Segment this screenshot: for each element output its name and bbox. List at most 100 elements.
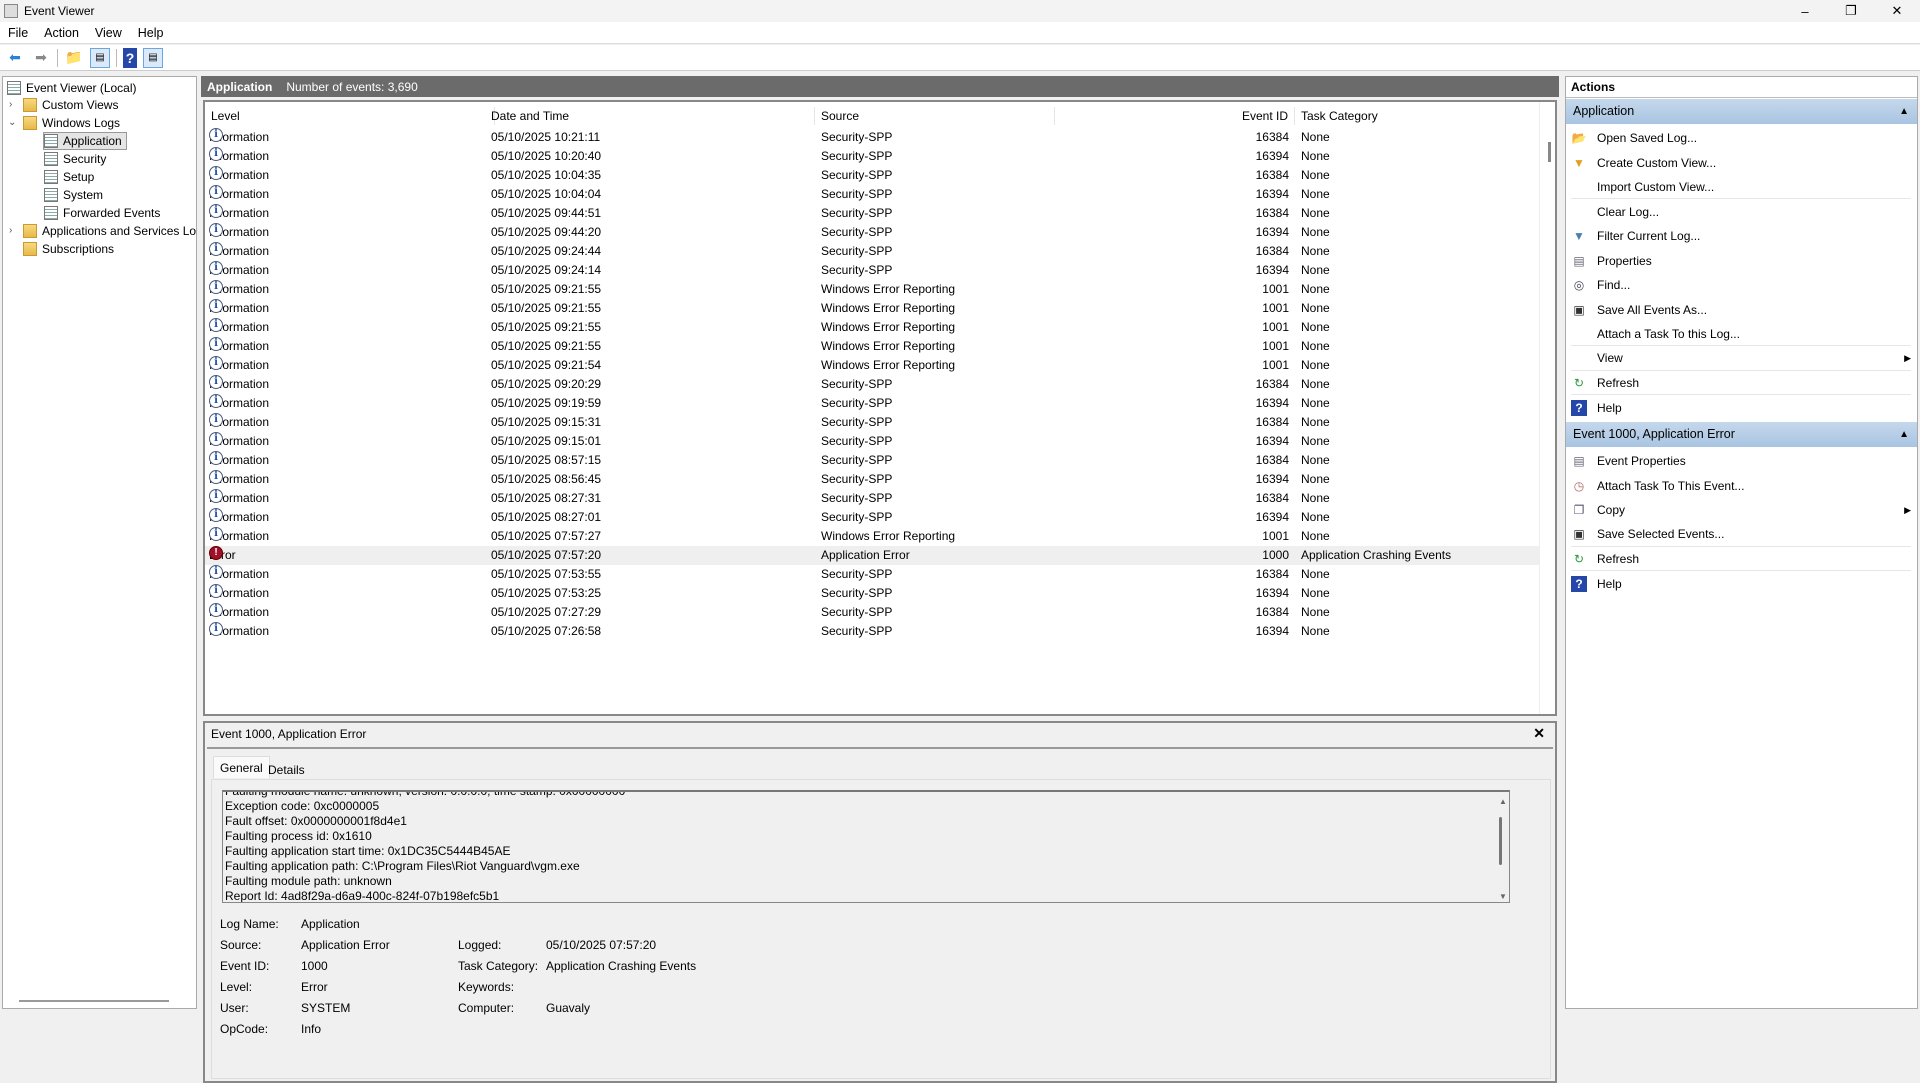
- tree-item-custom-views[interactable]: Custom Views: [23, 96, 118, 114]
- date-time-cell: 05/10/2025 09:21:55: [491, 301, 602, 315]
- tree-item-forwarded-events[interactable]: Forwarded Events: [44, 204, 160, 222]
- action-refresh[interactable]: ↻ Refresh: [1571, 371, 1911, 395]
- column-header-level[interactable]: Level: [205, 107, 495, 125]
- action-view[interactable]: View ▶: [1571, 347, 1911, 371]
- column-header-date-time[interactable]: Date and Time: [485, 107, 815, 125]
- event-description[interactable]: Faulting module name: unknown, version: …: [222, 790, 1510, 903]
- table-row[interactable]: i Information 05/10/2025 07:26:58 Security-…: [205, 622, 1540, 641]
- table-row[interactable]: i Information 05/10/2025 10:04:35 Security-…: [205, 166, 1540, 185]
- table-row[interactable]: i Information 05/10/2025 10:04:04 Security-…: [205, 185, 1540, 204]
- column-header-task-category[interactable]: Task Category: [1295, 107, 1540, 125]
- scrollbar-thumb[interactable]: [1499, 817, 1502, 865]
- level-cell: i Information: [209, 337, 269, 356]
- table-row[interactable]: i Information 05/10/2025 09:21:55 Windows E…: [205, 280, 1540, 299]
- table-row[interactable]: i Information 05/10/2025 09:20:29 Security-…: [205, 375, 1540, 394]
- table-row[interactable]: i Information 05/10/2025 08:27:01 Security-…: [205, 508, 1540, 527]
- table-row[interactable]: i Information 05/10/2025 08:57:15 Security-…: [205, 451, 1540, 470]
- tree-item-windows-logs[interactable]: Windows Logs: [23, 114, 120, 132]
- event-id-cell: 1001: [1262, 529, 1289, 543]
- table-row[interactable]: i Information 05/10/2025 07:53:25 Security-…: [205, 584, 1540, 603]
- menu-action[interactable]: Action: [36, 26, 87, 40]
- table-row[interactable]: !Error 05/10/2025 07:57:20 Application Err…: [205, 546, 1540, 565]
- tree-item-security[interactable]: Security: [44, 150, 106, 168]
- action-clear-log[interactable]: Clear Log...: [1571, 200, 1911, 224]
- table-row[interactable]: i Information 05/10/2025 09:44:51 Security-…: [205, 204, 1540, 223]
- collapse-up-icon[interactable]: ▲: [1899, 422, 1909, 447]
- action-help[interactable]: ? Help: [1571, 396, 1911, 420]
- table-row[interactable]: i Information 05/10/2025 07:27:29 Security-…: [205, 603, 1540, 622]
- level-cell: i Information: [209, 451, 269, 470]
- horizontal-scrollbar[interactable]: [19, 1000, 169, 1002]
- expand-chevron-icon[interactable]: ›: [9, 225, 12, 236]
- show-hide-action-pane-icon[interactable]: ▤: [143, 47, 163, 68]
- collapse-up-icon[interactable]: ▲: [1899, 99, 1909, 124]
- menu-file[interactable]: File: [0, 26, 36, 40]
- column-header-event-id[interactable]: Event ID: [1055, 107, 1295, 125]
- tree-item-setup[interactable]: Setup: [44, 168, 94, 186]
- up-folder-icon[interactable]: 📁: [64, 48, 84, 68]
- table-row[interactable]: i Information 05/10/2025 09:21:55 Windows E…: [205, 318, 1540, 337]
- action-filter-current-log[interactable]: ▼ Filter Current Log...: [1571, 224, 1911, 248]
- menu-help[interactable]: Help: [130, 26, 172, 40]
- event-id-cell: 16384: [1255, 206, 1289, 220]
- detail-close-icon[interactable]: ✕: [1533, 725, 1545, 742]
- event-viewer-app-icon: [4, 4, 18, 18]
- action-refresh[interactable]: ↻ Refresh: [1571, 547, 1911, 571]
- tree-item-applications-and-services[interactable]: Applications and Services Lo: [23, 222, 196, 240]
- scrollbar-thumb[interactable]: [1548, 142, 1551, 162]
- action-properties[interactable]: ▤ Properties: [1571, 249, 1911, 273]
- table-row[interactable]: i Information 05/10/2025 07:57:27 Windows E…: [205, 527, 1540, 546]
- action-event-properties[interactable]: ▤ Event Properties: [1571, 449, 1911, 473]
- action-copy[interactable]: ❐ Copy ▶: [1571, 498, 1911, 522]
- help-icon[interactable]: ?: [123, 47, 137, 68]
- save-icon: ▣: [1573, 527, 1585, 541]
- minimize-button[interactable]: –: [1782, 0, 1828, 22]
- date-time-cell: 05/10/2025 08:27:31: [491, 491, 602, 505]
- table-row[interactable]: i Information 05/10/2025 10:20:40 Security-…: [205, 147, 1540, 166]
- action-save-all-events-as[interactable]: ▣ Save All Events As...: [1571, 298, 1911, 322]
- action-attach-a-task-to-this-log[interactable]: Attach a Task To this Log...: [1571, 322, 1911, 346]
- table-row[interactable]: i Information 05/10/2025 09:15:01 Security-…: [205, 432, 1540, 451]
- description-scrollbar[interactable]: ▲ ▼: [1493, 792, 1509, 902]
- collapse-chevron-icon[interactable]: ⌄: [8, 117, 16, 128]
- table-row[interactable]: i Information 05/10/2025 09:19:59 Security-…: [205, 394, 1540, 413]
- action-find[interactable]: ◎ Find...: [1571, 273, 1911, 297]
- close-button[interactable]: ✕: [1874, 0, 1920, 22]
- action-section-event[interactable]: Event 1000, Application Error ▲: [1566, 422, 1917, 447]
- expand-chevron-icon[interactable]: ›: [9, 99, 12, 110]
- table-row[interactable]: i Information 05/10/2025 08:56:45 Security-…: [205, 470, 1540, 489]
- date-time-cell: 05/10/2025 08:56:45: [491, 472, 602, 486]
- action-help[interactable]: ? Help: [1571, 572, 1911, 596]
- action-open-saved-log[interactable]: 📂 Open Saved Log...: [1571, 126, 1911, 150]
- tab-details[interactable]: Details: [262, 759, 311, 781]
- table-row[interactable]: i Information 05/10/2025 09:24:44 Security-…: [205, 242, 1540, 261]
- menu-view[interactable]: View: [87, 26, 130, 40]
- action-section-application[interactable]: Application ▲: [1566, 99, 1917, 124]
- scroll-down-icon[interactable]: ▼: [1497, 889, 1507, 902]
- tree-item-system[interactable]: System: [44, 186, 103, 204]
- scroll-up-icon[interactable]: ▲: [1497, 794, 1507, 809]
- table-row[interactable]: i Information 05/10/2025 07:53:55 Security-…: [205, 565, 1540, 584]
- tree-item-subscriptions[interactable]: Subscriptions: [23, 240, 114, 258]
- table-row[interactable]: i Information 05/10/2025 09:15:31 Security-…: [205, 413, 1540, 432]
- action-import-custom-view[interactable]: Import Custom View...: [1571, 175, 1911, 199]
- vertical-scrollbar[interactable]: [1539, 102, 1555, 714]
- column-header-source[interactable]: Source: [815, 107, 1055, 125]
- action-attach-task-to-this-event[interactable]: ◷ Attach Task To This Event...: [1571, 474, 1911, 498]
- table-row[interactable]: i Information 05/10/2025 09:21:55 Windows E…: [205, 337, 1540, 356]
- forward-arrow-icon[interactable]: ➡: [31, 48, 51, 68]
- table-row[interactable]: i Information 05/10/2025 08:27:31 Security-…: [205, 489, 1540, 508]
- table-row[interactable]: i Information 05/10/2025 09:21:55 Windows E…: [205, 299, 1540, 318]
- table-row[interactable]: i Information 05/10/2025 10:21:11 Security-…: [205, 128, 1540, 147]
- table-row[interactable]: i Information 05/10/2025 09:44:20 Security-…: [205, 223, 1540, 242]
- show-hide-console-tree-icon[interactable]: ▤: [90, 47, 110, 68]
- action-save-selected-events[interactable]: ▣ Save Selected Events...: [1571, 523, 1911, 547]
- action-create-custom-view[interactable]: ▼ Create Custom View...: [1571, 151, 1911, 175]
- tree-item-event-viewer-local[interactable]: Event Viewer (Local): [7, 79, 137, 97]
- table-row[interactable]: i Information 05/10/2025 09:24:14 Security-…: [205, 261, 1540, 280]
- table-row[interactable]: i Information 05/10/2025 09:21:54 Windows E…: [205, 356, 1540, 375]
- back-arrow-icon[interactable]: ⬅: [5, 48, 25, 68]
- restore-button[interactable]: ❐: [1828, 0, 1874, 22]
- level-cell: i Information: [209, 185, 269, 204]
- tree-item-application[interactable]: Application: [43, 132, 127, 150]
